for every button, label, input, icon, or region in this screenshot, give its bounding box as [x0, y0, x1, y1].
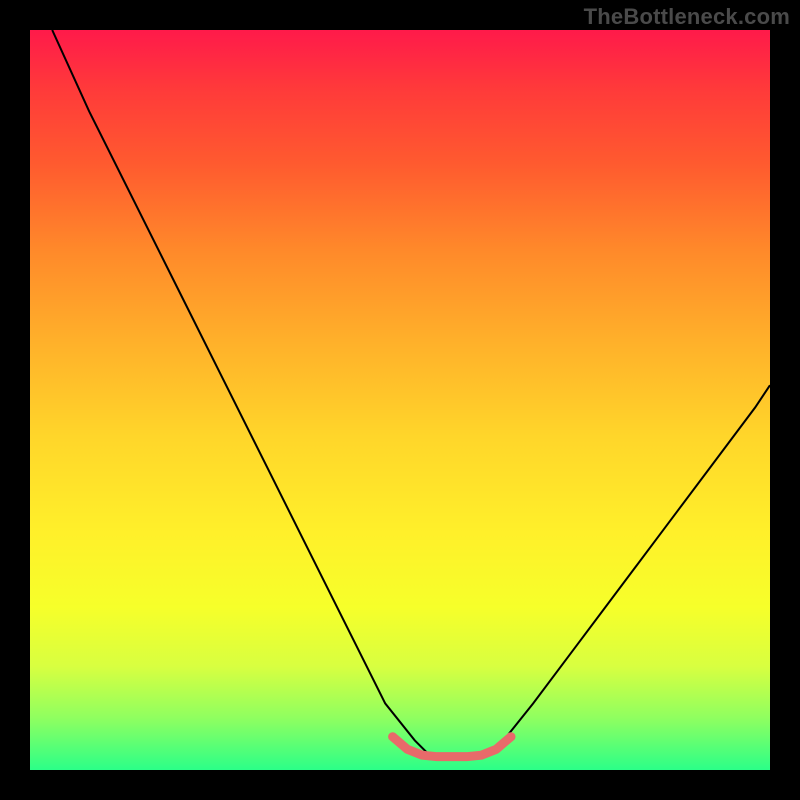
plot-svg	[30, 30, 770, 770]
watermark-text: TheBottleneck.com	[584, 4, 790, 30]
chart-stage: TheBottleneck.com	[0, 0, 800, 800]
series-curve	[52, 30, 770, 759]
series-flat-bottom-marker	[393, 737, 511, 757]
plot-area	[30, 30, 770, 770]
